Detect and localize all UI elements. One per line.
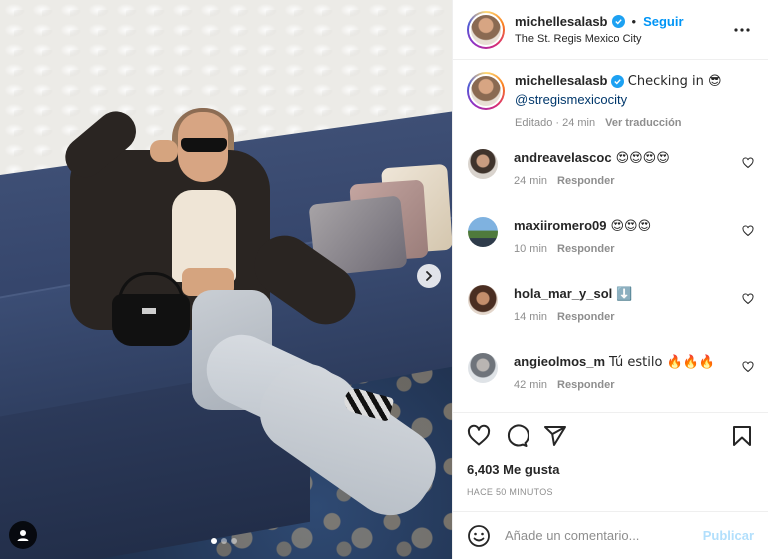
carousel-dot xyxy=(211,538,217,544)
post-caption: michellesalasb Checking in 😎 @stregismex… xyxy=(467,72,754,129)
person-hand xyxy=(150,140,178,162)
follow-button[interactable]: Seguir xyxy=(643,14,683,29)
like-comment-heart-icon[interactable] xyxy=(742,361,754,373)
instagram-post-view: michellesalasb • Seguir The St. Regis Me… xyxy=(0,0,768,559)
comment-time: 24 min xyxy=(514,175,548,187)
comment-button[interactable] xyxy=(505,424,529,448)
see-translation-link[interactable]: Ver traducción xyxy=(605,117,681,129)
comment-time: 42 min xyxy=(514,379,548,391)
author-username[interactable]: michellesalasb xyxy=(515,14,608,29)
tagged-users-button[interactable] xyxy=(9,521,37,549)
post-action-bar xyxy=(453,412,768,458)
comment-item: hola_mar_y_sol ⬇️ 14 min Responder xyxy=(467,285,754,323)
commenter-username[interactable]: hola_mar_y_sol xyxy=(514,286,612,301)
more-options-button[interactable] xyxy=(730,18,754,42)
like-comment-heart-icon[interactable] xyxy=(742,225,754,237)
commenter-username[interactable]: andreavelascoc xyxy=(514,150,612,165)
comment-item: andreavelascoc 😍😍😍😍 24 min Responder xyxy=(467,149,754,187)
comment-item: angieolmos_m Tú estilo 🔥🔥🔥 42 min Responde… xyxy=(467,353,754,391)
more-options-icon xyxy=(734,27,750,32)
commenter-username[interactable]: angieolmos_m xyxy=(514,354,605,369)
share-button[interactable] xyxy=(543,424,567,448)
commenter-avatar[interactable] xyxy=(468,217,498,247)
carousel-dot xyxy=(231,538,237,544)
like-comment-heart-icon[interactable] xyxy=(742,157,754,169)
bookmark-icon xyxy=(733,425,751,446)
comment-time: 10 min xyxy=(514,243,548,255)
commenter-username[interactable]: maxiiromero09 xyxy=(514,218,607,233)
post-timestamp: HACE 50 MINUTOS xyxy=(467,487,553,497)
post-photo[interactable] xyxy=(0,0,452,559)
comment-text: Tú estilo 🔥🔥🔥 xyxy=(609,355,716,370)
emoji-icon[interactable] xyxy=(467,524,491,548)
bag-logo xyxy=(142,308,156,314)
caption-author-avatar[interactable] xyxy=(467,72,505,110)
next-image-button[interactable] xyxy=(417,264,441,288)
reply-button[interactable]: Responder xyxy=(557,379,614,391)
user-tag-icon xyxy=(17,530,29,541)
commenter-avatar[interactable] xyxy=(468,353,498,383)
like-button[interactable] xyxy=(467,424,491,448)
heart-icon xyxy=(467,424,491,445)
comments-list: michellesalasb Checking in 😎 @stregismex… xyxy=(453,60,768,412)
comment-text: ⬇️ xyxy=(616,287,633,302)
post-header: michellesalasb • Seguir The St. Regis Me… xyxy=(453,0,768,60)
verified-badge-icon xyxy=(611,75,625,88)
publish-button[interactable]: Publicar xyxy=(703,528,754,543)
caption-author-username[interactable]: michellesalasb xyxy=(515,73,608,88)
comment-item: maxiiromero09 😍😍😍 10 min Responder xyxy=(467,217,754,255)
reply-button[interactable]: Responder xyxy=(557,243,614,255)
reply-button[interactable]: Responder xyxy=(557,175,614,187)
comment-icon xyxy=(507,424,529,447)
comment-text: 😍😍😍 xyxy=(610,219,652,234)
comment-input[interactable] xyxy=(505,528,703,543)
comment-text: 😍😍😍😍 xyxy=(615,151,670,166)
save-button[interactable] xyxy=(730,424,754,448)
carousel-indicator xyxy=(211,538,237,544)
post-side-panel: michellesalasb • Seguir The St. Regis Me… xyxy=(452,0,768,559)
commenter-avatar[interactable] xyxy=(468,285,498,315)
share-icon xyxy=(544,425,566,446)
likes-count[interactable]: 6,403 Me gusta xyxy=(453,458,768,477)
chevron-right-icon xyxy=(426,271,433,281)
reply-button[interactable]: Responder xyxy=(557,311,614,323)
comment-time: 14 min xyxy=(514,311,548,323)
commenter-avatar[interactable] xyxy=(468,149,498,179)
add-comment-bar: Publicar xyxy=(453,511,768,559)
author-avatar[interactable] xyxy=(467,10,505,49)
sunglasses xyxy=(181,138,227,152)
carousel-dot xyxy=(221,538,227,544)
caption-mention-link[interactable]: @stregismexicocity xyxy=(515,92,627,107)
caption-text: Checking in 😎 xyxy=(627,74,722,89)
handbag xyxy=(112,294,190,346)
verified-badge-icon xyxy=(611,15,625,28)
caption-edited-time: Editado · 24 min xyxy=(515,117,596,129)
like-comment-heart-icon[interactable] xyxy=(742,293,754,305)
separator-dot: • xyxy=(631,14,637,29)
post-location[interactable]: The St. Regis Mexico City xyxy=(515,33,730,45)
